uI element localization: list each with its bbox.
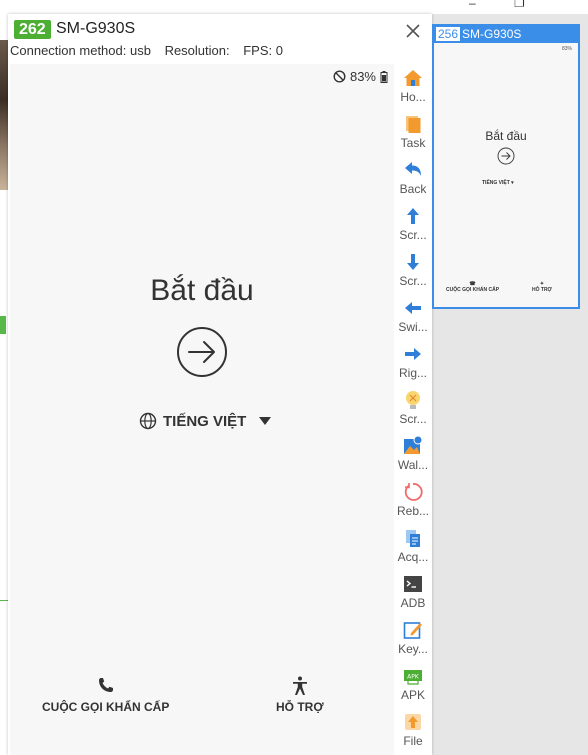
thumbnail-device-name: SM-G930S: [462, 27, 522, 41]
toolbar-back-button[interactable]: Back: [394, 158, 432, 202]
keyboard-icon: [403, 622, 422, 639]
toolbar-swipe-left-label: Swi...: [398, 320, 428, 334]
toolbar-reboot-label: Reb...: [396, 504, 429, 518]
status-bar: 83%: [333, 69, 388, 84]
thumbnail-support-label: HỖ TRỢ: [532, 287, 552, 293]
toolbar-scroll-up-label: Scr...: [399, 228, 427, 242]
thumbnail-language: TIẾNG VIỆT ▾: [482, 180, 514, 186]
thumbnail-emergency-call: ☎ CUỘC GỌI KHẨN CẤP: [446, 281, 499, 293]
device-name: SM-G930S: [56, 20, 136, 37]
toolbar-scroll-down-button[interactable]: Scr...: [394, 250, 432, 294]
accessibility-icon: [292, 676, 307, 695]
toolbar-acquire-label: Acq...: [397, 550, 429, 564]
adb-icon: [404, 576, 422, 592]
thumbnail-screen: 83% Bắt đầu TIẾNG VIỆT ▾ ☎ CUỘC GỌI KHẨN…: [434, 43, 578, 307]
toolbar-swipe-right-label: Rig...: [398, 366, 427, 380]
toolbar-adb-button[interactable]: ADB: [394, 572, 432, 616]
toolbar-back-label: Back: [399, 182, 427, 196]
toolbar-swipe-left-button[interactable]: Swi...: [394, 296, 432, 340]
wallpaper-icon: [404, 436, 423, 454]
reboot-icon: [404, 483, 423, 501]
device-thumbnail[interactable]: 256 SM-G930S 83% Bắt đầu TIẾNG VIỆT ▾ ☎ C…: [432, 24, 580, 309]
globe-icon: [139, 412, 157, 430]
toolbar-apk-label: APK: [400, 688, 425, 702]
emergency-call-label: CUỘC GỌI KHẨN CẤP: [42, 700, 170, 714]
toolbar-scroll-up-button[interactable]: Scr...: [394, 204, 432, 248]
thumbnail-battery: 83%: [561, 46, 572, 52]
welcome-title: Bắt đầu: [150, 274, 254, 307]
resolution-label: Resolution:: [164, 43, 230, 58]
do-not-disturb-icon: [333, 70, 346, 83]
thumbnail-support: ✦ HỖ TRỢ: [532, 281, 552, 293]
toolbar-task-button[interactable]: Task: [394, 112, 432, 156]
phone-icon: [98, 678, 113, 692]
support-label: HỖ TRỢ: [276, 700, 324, 714]
toolbar-keyboard-label: Key...: [398, 642, 428, 656]
toolbar-home-button[interactable]: Ho...: [394, 66, 432, 110]
toolbar-acquire-button[interactable]: Acq...: [394, 526, 432, 570]
battery-icon: [380, 70, 388, 83]
toolbar-adb-label: ADB: [400, 596, 426, 610]
home-icon: [404, 70, 422, 86]
thumbnail-emergency-label: CUỘC GỌI KHẨN CẤP: [446, 287, 500, 293]
start-arrow-button[interactable]: [176, 326, 228, 378]
swipe-right-icon: [405, 348, 421, 360]
host-title-bar: – ❐: [0, 0, 588, 14]
thumbnail-arrow-icon: [497, 147, 515, 165]
toolbar-reboot-button[interactable]: Reb...: [394, 480, 432, 524]
device-window-header: 262 SM-G930S Connection method: usb Reso…: [8, 14, 432, 64]
apk-icon: APK: [404, 670, 422, 685]
screen-toggle-icon: [406, 391, 420, 409]
support-button[interactable]: HỖ TRỢ: [276, 676, 324, 714]
dropdown-arrow-icon: [259, 417, 272, 425]
acquire-icon: [406, 530, 420, 547]
connection-info: Connection method: usb Resolution: FPS: …: [10, 43, 293, 58]
battery-percent: 83%: [349, 69, 376, 84]
minimize-icon[interactable]: –: [469, 0, 476, 10]
emergency-call-button[interactable]: CUỘC GỌI KHẨN CẤP: [42, 676, 169, 714]
thumbnail-title: Bắt đầu: [485, 129, 527, 143]
toolbar-file-button[interactable]: File: [394, 710, 432, 754]
language-selector[interactable]: TIẾNG VIỆT: [139, 412, 272, 430]
task-icon: [406, 116, 421, 133]
toolbar-apk-button[interactable]: APK APK: [394, 664, 432, 708]
phone-screen[interactable]: 83% Bắt đầu TIẾNG VIỆT CUỘC GỌI KHẨN CẤP…: [10, 64, 394, 755]
background-accent: [0, 316, 6, 334]
thumbnail-status-bar: 83%: [562, 46, 572, 52]
toolbar-file-label: File: [403, 734, 423, 748]
toolbar-wallpaper-button[interactable]: Wal...: [394, 434, 432, 478]
fps-label: FPS: 0: [243, 43, 283, 58]
connection-method: Connection method: usb: [10, 43, 151, 58]
maximize-icon[interactable]: ❐: [514, 0, 525, 10]
toolbar-home-label: Ho...: [400, 90, 426, 104]
toolbar-scroll-down-label: Scr...: [399, 274, 427, 288]
thumbnail-device-number: 256: [436, 27, 461, 41]
swipe-left-icon: [405, 302, 421, 314]
scroll-down-icon: [407, 254, 419, 270]
toolbar-task-label: Task: [400, 136, 426, 150]
thumbnail-language-label: TIẾNG VIỆT: [482, 180, 510, 186]
toolbar-swipe-right-button[interactable]: Rig...: [394, 342, 432, 386]
language-label: TIẾNG VIỆT: [163, 412, 247, 430]
svg-text:APK: APK: [407, 674, 420, 681]
toolbar-wallpaper-label: Wal...: [397, 458, 429, 472]
back-icon: [405, 162, 421, 176]
scroll-up-icon: [407, 208, 419, 224]
device-toolbar: Ho... Task Back Scr... Scr... Swi... Rig…: [394, 64, 432, 755]
device-number-badge: 262: [14, 20, 51, 39]
toolbar-keyboard-button[interactable]: Key...: [394, 618, 432, 662]
close-icon[interactable]: [402, 20, 424, 42]
toolbar-screen-toggle-label: Scr...: [399, 412, 427, 426]
device-window: 262 SM-G930S Connection method: usb Reso…: [8, 14, 432, 755]
toolbar-screen-toggle-button[interactable]: Scr...: [394, 388, 432, 432]
thumbnail-header: 256 SM-G930S: [434, 26, 578, 43]
file-upload-icon: [405, 714, 421, 730]
